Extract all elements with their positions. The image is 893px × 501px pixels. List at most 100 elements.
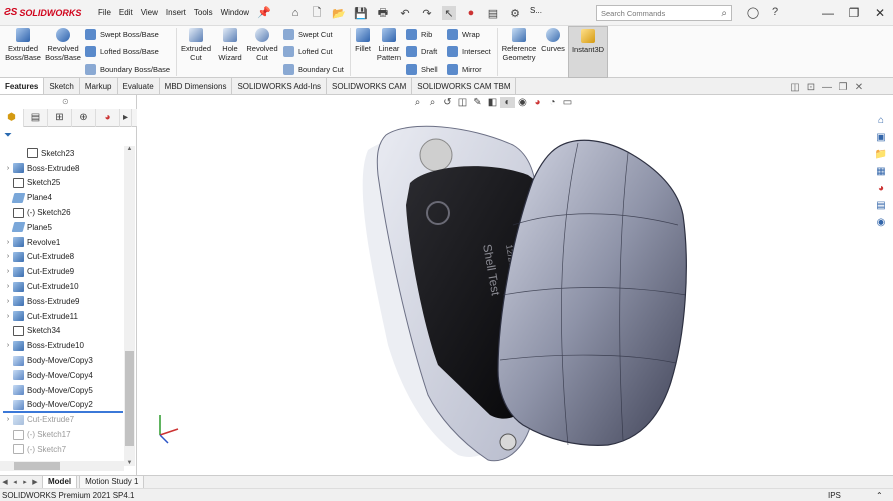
solidworks-resources-icon[interactable]: ⌂ — [873, 112, 889, 128]
custom-properties-icon[interactable]: ▤ — [873, 197, 889, 213]
apply-scene-icon[interactable]: ◔ — [545, 97, 560, 108]
tree-item[interactable]: (-) Sketch7 — [0, 442, 124, 457]
home-icon[interactable]: ⌂ — [288, 6, 302, 20]
tab-solidworks-addins[interactable]: SOLIDWORKS Add-Ins — [232, 78, 328, 94]
tab-solidworks-cam[interactable]: SOLIDWORKS CAM — [327, 78, 413, 94]
rib-button[interactable]: Rib — [406, 29, 432, 40]
tree-item[interactable]: Sketch23 — [0, 146, 124, 161]
search-icon[interactable]: ⌕ — [721, 8, 727, 19]
previous-view-icon[interactable]: ↺ — [440, 97, 455, 108]
menu-insert[interactable]: Insert — [162, 8, 190, 17]
expand-arrow-icon[interactable]: › — [3, 342, 13, 349]
extruded-cut-button[interactable]: Extruded Cut — [178, 28, 214, 62]
viewport-close-icon[interactable]: ✕ — [851, 82, 867, 93]
tree-item[interactable]: (-) Sketch17 — [0, 427, 124, 442]
linear-pattern-button[interactable]: Linear Pattern — [375, 28, 403, 62]
lofted-cut-button[interactable]: Lofted Cut — [283, 46, 333, 57]
menu-view[interactable]: View — [137, 8, 162, 17]
help-icon[interactable]: ? — [768, 5, 782, 19]
shell-button[interactable]: Shell — [406, 64, 438, 75]
tab-evaluate[interactable]: Evaluate — [118, 78, 160, 94]
displaymanager-tab-icon[interactable]: ◕ — [96, 108, 120, 127]
tab-markup[interactable]: Markup — [80, 78, 118, 94]
restore-icon[interactable]: ❐ — [841, 6, 867, 20]
menu-window[interactable]: Window — [217, 8, 253, 17]
tab-solidworks-cam-tbm[interactable]: SOLIDWORKS CAM TBM — [412, 78, 517, 94]
panel-tabs-arrow-icon[interactable]: ▸ — [120, 108, 132, 127]
select-icon[interactable]: ↖ — [442, 6, 456, 20]
hide-show-items-icon[interactable]: ◉ — [515, 97, 530, 108]
menu-tools[interactable]: Tools — [190, 8, 217, 17]
extruded-boss-button[interactable]: Extruded Boss/Base — [4, 28, 42, 62]
tree-item[interactable]: › Boss-Extrude9 — [0, 294, 124, 309]
configurationmanager-tab-icon[interactable]: ⊞ — [48, 108, 72, 127]
units-dropdown-icon[interactable]: ⌃ — [876, 491, 883, 500]
file-explorer-icon[interactable]: 📁 — [873, 146, 889, 162]
units-selector[interactable]: IPS — [828, 491, 841, 500]
tree-item[interactable]: Sketch25 — [0, 176, 124, 191]
filter-icon[interactable]: ⏷ — [4, 130, 12, 141]
tree-item[interactable]: › Cut-Extrude10 — [0, 279, 124, 294]
swept-cut-button[interactable]: Swept Cut — [283, 29, 333, 40]
tab-motion-study-1[interactable]: Motion Study 1 — [79, 475, 145, 489]
tab-model[interactable]: Model — [42, 475, 78, 489]
tree-item[interactable]: Sketch34 — [0, 324, 124, 339]
tree-item[interactable]: Plane5 — [0, 220, 124, 235]
expand-arrow-icon[interactable]: › — [3, 253, 13, 260]
display-style-icon[interactable]: ◐ — [500, 97, 515, 108]
expand-arrow-icon[interactable]: › — [3, 239, 13, 246]
redo-icon[interactable]: ↷ — [420, 6, 434, 20]
expand-arrow-icon[interactable]: › — [3, 298, 13, 305]
print-icon[interactable]: 🖶 — [376, 6, 390, 20]
expand-arrow-icon[interactable]: › — [3, 313, 13, 320]
appearances-icon[interactable]: ◕ — [873, 180, 889, 196]
menu-edit[interactable]: Edit — [115, 8, 137, 17]
reference-geometry-button[interactable]: Reference Geometry — [500, 28, 538, 62]
rebuild-icon[interactable]: ● — [464, 6, 478, 20]
view-palette-icon[interactable]: ▦ — [873, 163, 889, 179]
curves-button[interactable]: Curves — [540, 28, 566, 53]
forum-icon[interactable]: ◉ — [873, 214, 889, 230]
viewport-restore-icon[interactable]: ❐ — [835, 82, 851, 93]
dimxpert-tab-icon[interactable]: ⊕ — [72, 108, 96, 127]
boundary-boss-button[interactable]: Boundary Boss/Base — [85, 64, 170, 75]
search-commands-input[interactable]: Search Commands ⌕ — [596, 5, 732, 21]
viewport-tile-icon[interactable]: ⊡ — [803, 82, 819, 93]
expand-arrow-icon[interactable]: › — [3, 165, 13, 172]
instant3d-button[interactable]: Instant3D — [568, 26, 608, 78]
expand-arrow-icon[interactable]: › — [3, 268, 13, 275]
mirror-button[interactable]: Mirror — [447, 64, 482, 75]
next-tab-icon[interactable]: ▸ — [20, 478, 30, 486]
revolved-cut-button[interactable]: Revolved Cut — [245, 28, 279, 62]
graphics-viewport[interactable]: Shell Test 12/20 — [138, 95, 871, 475]
expand-arrow-icon[interactable]: › — [3, 416, 13, 423]
viewport-split-icon[interactable]: ◫ — [787, 82, 803, 93]
tree-item[interactable]: › Cut-Extrude8 — [0, 250, 124, 265]
tree-horizontal-scrollbar[interactable] — [0, 461, 124, 471]
edit-appearance-icon[interactable]: ◕ — [530, 97, 545, 108]
section-view-icon[interactable]: ◫ — [455, 97, 470, 108]
intersect-button[interactable]: Intersect — [447, 46, 491, 57]
expand-arrow-icon[interactable]: › — [3, 283, 13, 290]
tree-vertical-scrollbar[interactable]: ▲ ▼ — [124, 146, 135, 466]
tab-sketch[interactable]: Sketch — [44, 78, 80, 94]
close-icon[interactable]: ✕ — [867, 6, 893, 20]
user-icon[interactable]: ◯ — [746, 5, 760, 19]
pin-icon[interactable]: 📌 — [257, 6, 271, 20]
tree-item[interactable]: (-) Sketch26 — [0, 205, 124, 220]
revolved-boss-button[interactable]: Revolved Boss/Base — [44, 28, 82, 62]
tree-item[interactable]: › Cut-Extrude7 — [0, 412, 124, 427]
tree-item[interactable]: Body-Move/Copy4 — [0, 368, 124, 383]
panel-collapse-icon[interactable]: ⊙ — [62, 97, 69, 106]
tree-item[interactable]: Body-Move/Copy5 — [0, 383, 124, 398]
new-document-icon[interactable]: 🗋 — [310, 6, 324, 20]
boundary-cut-button[interactable]: Boundary Cut — [283, 64, 344, 75]
open-icon[interactable]: 📂 — [332, 6, 346, 20]
fillet-button[interactable]: Fillet — [352, 28, 374, 53]
solidworks-logo[interactable]: ƧS SOLIDWORKS — [0, 7, 94, 18]
dynamic-annotation-icon[interactable]: ✎ — [470, 97, 485, 108]
zoom-to-fit-icon[interactable]: ⌕ — [410, 97, 425, 108]
draft-button[interactable]: Draft — [406, 46, 437, 57]
design-library-icon[interactable]: ▣ — [873, 129, 889, 145]
save-icon[interactable]: 💾 — [354, 6, 368, 20]
